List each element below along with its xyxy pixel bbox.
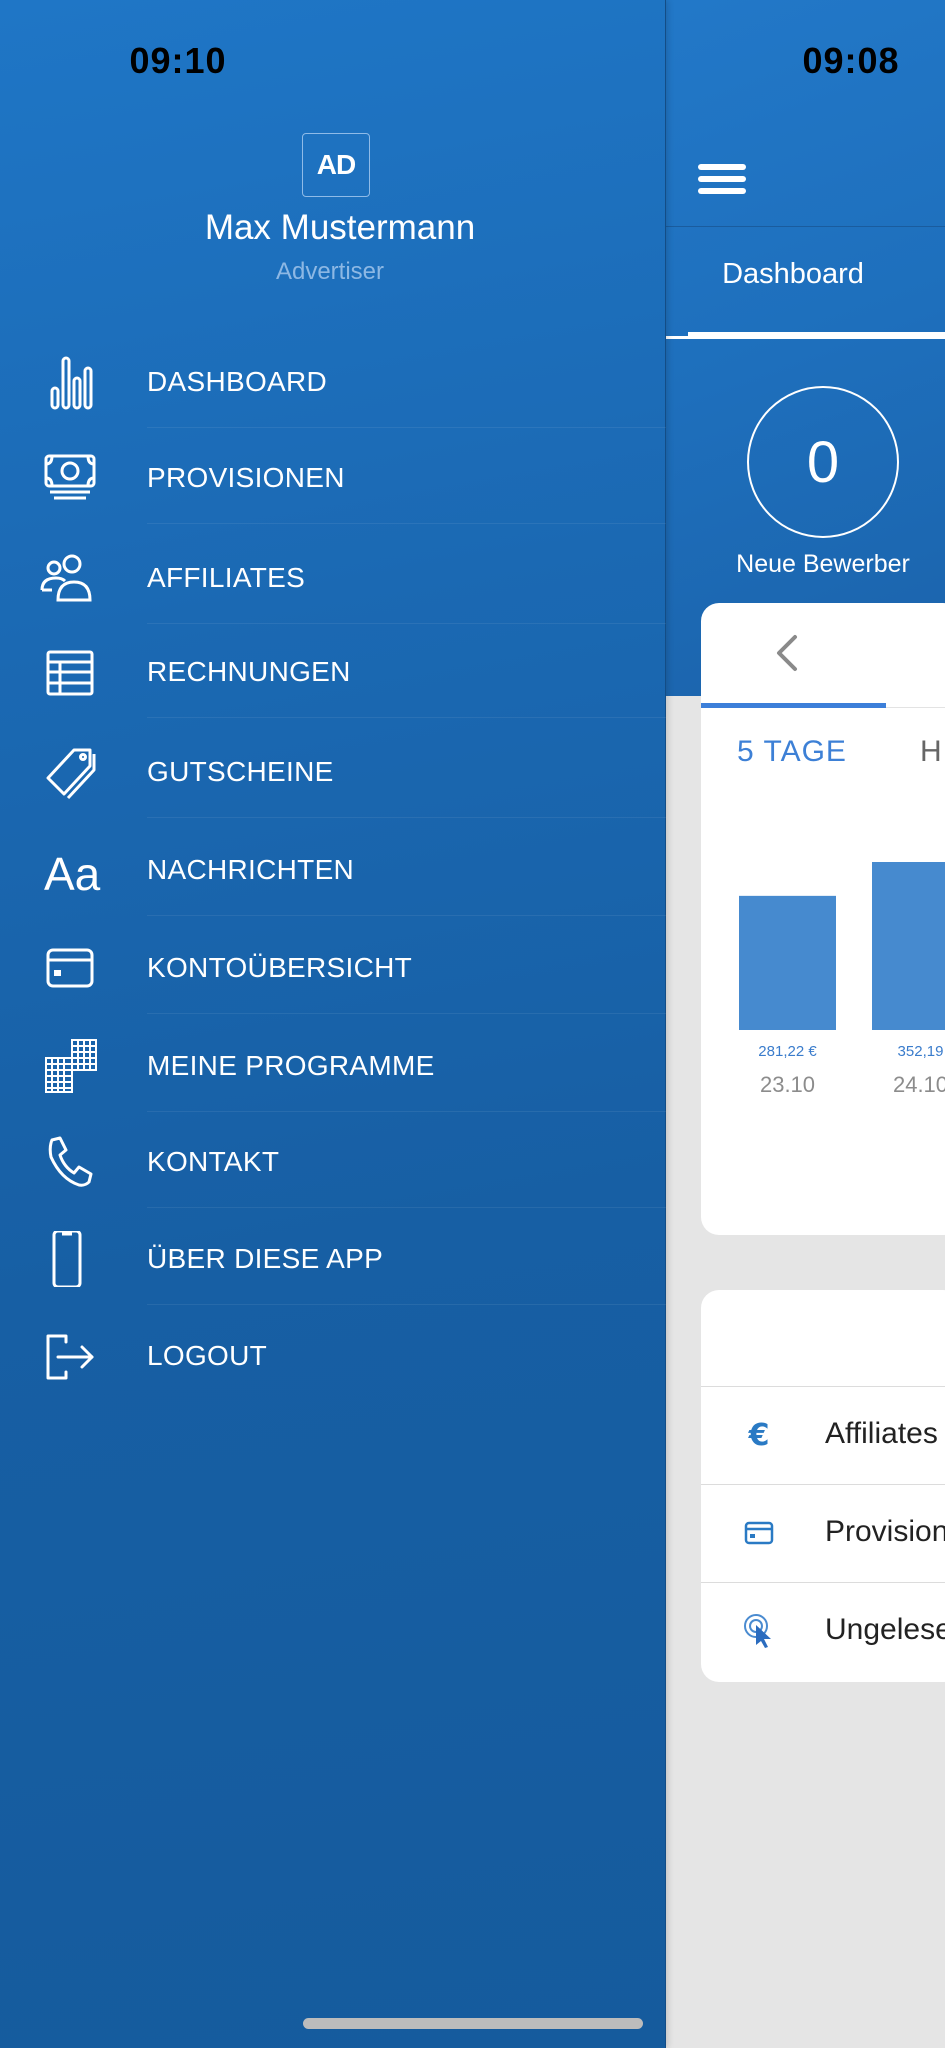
menu-divider	[147, 1207, 666, 1208]
status-bar-time: 09:10	[129, 40, 227, 81]
tag-icon	[38, 744, 102, 800]
bar-23.10[interactable]	[739, 895, 836, 1030]
users-icon	[38, 550, 102, 606]
summary-list-card: € Affiliates Provision Ungelese	[701, 1290, 945, 1682]
phone-icon	[38, 1134, 102, 1190]
menu-item-label: AFFILIATES	[147, 562, 306, 593]
logout-icon	[38, 1328, 102, 1384]
list-row-label: Provision	[825, 1515, 945, 1548]
smartphone-icon	[38, 1229, 102, 1289]
menu-divider	[147, 717, 666, 718]
menu-item-rechnungen[interactable]: RECHNUNGEN	[0, 622, 666, 718]
user-name: Max Mustermann	[204, 208, 476, 247]
menu-divider	[147, 1013, 666, 1014]
menu-item-label: GUTSCHEINE	[147, 756, 334, 787]
bar-category-label: 24.10	[893, 1072, 945, 1097]
credit-card-icon	[741, 1515, 777, 1551]
menu-item-label: KONTOÜBERSICHT	[147, 952, 413, 983]
money-icon	[38, 450, 102, 506]
user-role: Advertiser	[275, 258, 385, 285]
company-logo: AD	[302, 133, 370, 197]
bar-chart: 281,22 € 23.10 352,19 24.10	[739, 862, 945, 1097]
menu-item-gutscheine[interactable]: GUTSCHEINE	[0, 722, 666, 818]
credit-card-icon	[38, 940, 102, 996]
menu-item-kontouebersicht[interactable]: KONTOÜBERSICHT	[0, 918, 666, 1014]
font-icon: Aa	[38, 842, 102, 900]
bar-value-label: 281,22 €	[758, 1043, 817, 1060]
dashboard-header: 09:08 Dashboard 0 Neue Bewerber	[666, 0, 945, 696]
menu-divider	[147, 523, 666, 524]
stat-label: Neue Bewerber	[736, 550, 910, 578]
tab-dashboard[interactable]: Dashboard	[688, 258, 898, 291]
euro-icon: €	[741, 1417, 777, 1453]
menu-divider	[147, 1304, 666, 1305]
menu-item-nachrichten[interactable]: Aa NACHRICHTEN	[0, 820, 666, 916]
menu-divider	[147, 915, 666, 916]
grid-icon	[38, 1038, 102, 1094]
menu-item-meine-programme[interactable]: MEINE PROGRAMME	[0, 1016, 666, 1112]
table-icon	[38, 644, 102, 700]
menu-item-label: LOGOUT	[147, 1340, 268, 1371]
menu-item-label: RECHNUNGEN	[147, 656, 351, 687]
logo-text: AD	[316, 149, 356, 180]
menu-item-affiliates[interactable]: AFFILIATES	[0, 528, 666, 624]
menu-item-label: MEINE PROGRAMME	[147, 1050, 435, 1081]
menu-item-dashboard[interactable]: DASHBOARD	[0, 332, 666, 428]
bar-chart-icon	[38, 354, 102, 410]
list-row-label: Ungelese	[825, 1613, 945, 1646]
navigation-drawer: 09:10 AD Max Mustermann Advertiser DASHB…	[0, 0, 666, 2048]
list-card-header	[701, 1290, 945, 1386]
bar-value-label: 352,19	[898, 1043, 944, 1060]
header-divider	[666, 226, 945, 227]
menu-item-label: PROVISIONEN	[147, 462, 345, 493]
tab-active-indicator	[688, 332, 945, 339]
click-icon	[741, 1613, 777, 1649]
chart-card: 5 TAGE H 281,22 €23.10 352,19 24.10	[701, 603, 945, 1235]
menu-item-logout[interactable]: LOGOUT	[0, 1306, 666, 1402]
svg-text:€: €	[748, 1420, 770, 1450]
tab-underline-track	[666, 336, 688, 339]
list-row-provision[interactable]: Provision	[701, 1484, 945, 1582]
menu-item-provisionen[interactable]: PROVISIONEN	[0, 428, 666, 524]
bar-category-label: 23.10	[760, 1072, 815, 1097]
stat-circle[interactable]: 0	[747, 386, 899, 538]
dashboard-screen: 09:08 Dashboard 0 Neue Bewerber 5 TAGE H…	[666, 0, 945, 2048]
svg-text:Aa: Aa	[44, 848, 101, 898]
menu-divider	[147, 817, 666, 818]
bar-24.10[interactable]	[872, 862, 945, 1030]
list-row-ungelesen[interactable]: Ungelese	[701, 1582, 945, 1680]
hamburger-menu-icon[interactable]	[698, 162, 746, 196]
list-row-affiliates[interactable]: € Affiliates	[701, 1386, 945, 1484]
menu-item-label: NACHRICHTEN	[147, 854, 355, 885]
menu-item-kontakt[interactable]: KONTAKT	[0, 1112, 666, 1208]
list-row-label: Affiliates	[825, 1417, 938, 1450]
status-bar-time: 09:08	[802, 40, 900, 81]
menu-item-ueber-diese-app[interactable]: ÜBER DIESE APP	[0, 1209, 666, 1305]
menu-item-label: DASHBOARD	[147, 366, 328, 397]
menu-item-label: KONTAKT	[147, 1146, 280, 1177]
menu-item-label: ÜBER DIESE APP	[147, 1243, 384, 1274]
home-indicator[interactable]	[303, 2018, 643, 2029]
stat-value: 0	[806, 429, 840, 495]
